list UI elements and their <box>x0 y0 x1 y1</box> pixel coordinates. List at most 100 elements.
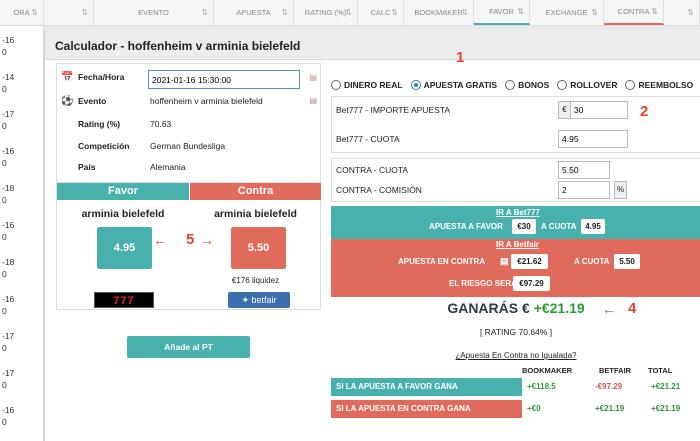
apuesta-no-igualada-link[interactable]: ¿Apuesta En Contra no Igualada? <box>331 351 700 360</box>
radio-option[interactable]: ROLLOVER <box>557 80 617 90</box>
background-row-text: -17 <box>2 368 15 378</box>
sort-icon[interactable]: ⇅ <box>281 8 288 17</box>
contra-cuota-input[interactable] <box>558 161 610 179</box>
sort-icon[interactable]: ⇅ <box>591 8 598 17</box>
sort-icon[interactable]: ⇅ <box>687 8 694 17</box>
calendar-icon: 📅 <box>61 71 74 83</box>
favor-odds-button[interactable]: 4.95 <box>97 227 152 269</box>
background-column-header[interactable]: EXCHANGE ⇅ <box>530 0 604 25</box>
summary-row-favor-label: SI LA APUESTA A FAVOR GANA <box>331 378 522 396</box>
background-column-header[interactable]: ⇅ <box>44 0 94 25</box>
radio-circle-icon[interactable] <box>410 80 421 90</box>
a-cuota-label: A CUOTA <box>541 222 577 231</box>
background-table-header: ORA ⇅ ⇅ EVENTO ⇅ APUESTA ⇅ RATING (%) ⇅ CALC ⇅ BOOK… <box>0 0 700 26</box>
summary-contra-bookmaker: +€0 <box>527 404 541 413</box>
annotation-4: 4 <box>628 300 637 317</box>
background-column-header[interactable]: CONTRA ⇅ <box>604 0 664 25</box>
background-row-column: -16 0 -14 0 -17 0 -16 0 -18 0 -16 0 -18 0 -16 0 -17 0 -17 0… <box>0 26 44 441</box>
competicion-label: Competición <box>78 141 130 151</box>
background-column-header[interactable]: APUESTA ⇅ <box>214 0 294 25</box>
column-header-label: BOOKMAKER <box>414 8 463 17</box>
document-icon[interactable]: ▤ <box>309 96 317 105</box>
riesgo-label: EL RIESGO SERÁ <box>449 279 517 288</box>
background-row-text: -16 <box>2 405 15 415</box>
sort-icon[interactable]: ⇅ <box>345 8 352 17</box>
radio-circle-icon[interactable] <box>505 80 516 90</box>
cuota-label: Bet777 - CUOTA <box>336 134 400 144</box>
pais-label: País <box>78 162 96 172</box>
cuota-row: Bet777 - CUOTA <box>332 130 700 148</box>
summary-row-contra-label: SI LA APUESTA EN CONTRA GANA <box>331 400 522 418</box>
riesgo-amount-chip: €97.29 <box>513 276 550 291</box>
background-row-text: 0 <box>2 121 7 131</box>
bet777-logo[interactable]: 777 <box>94 292 154 308</box>
ir-bet777-link[interactable]: IR A Bet777 <box>496 208 540 217</box>
radio-label: DINERO REAL <box>344 80 403 90</box>
fecha-row: 📅 Fecha/Hora ▤ <box>57 67 322 89</box>
column-header-label: CONTRA <box>617 7 650 16</box>
apuesta-contra-label: APUESTA EN CONTRA <box>398 257 486 266</box>
betfair-star-icon: ✦ <box>241 295 252 305</box>
background-row-text: -17 <box>2 331 15 341</box>
radio-option[interactable]: DINERO REAL <box>331 80 403 90</box>
background-row-text: 0 <box>2 380 7 390</box>
radio-option[interactable]: APUESTA GRATIS <box>410 80 498 90</box>
background-row-text: 0 <box>2 269 7 279</box>
betfair-logo-text: betfair <box>251 295 277 305</box>
event-info-panel: 📅 Fecha/Hora ▤ ⚽ Evento hoffenheim v arm… <box>56 63 321 183</box>
document-icon[interactable]: ▤ <box>309 73 317 82</box>
summary-row-favor: SI LA APUESTA A FAVOR GANA +€118.5 -€97.… <box>331 378 700 396</box>
contra-header: Contra <box>190 183 321 200</box>
background-row-text: -17 <box>2 109 15 119</box>
ganaras-result: GANARÁS € +€21.19 <box>331 300 700 316</box>
contra-team: arminia bielefeld <box>214 208 297 220</box>
sort-icon[interactable]: ⇅ <box>517 7 524 16</box>
radio-label: APUESTA GRATIS <box>423 80 498 90</box>
apuesta-favor-label: APUESTA A FAVOR <box>429 222 503 231</box>
add-to-pt-button[interactable]: Añade al PT <box>127 336 250 358</box>
background-column-header[interactable]: FAVOR ⇅ <box>474 0 530 25</box>
annotation-2: 2 <box>640 103 649 120</box>
background-row-text: 0 <box>2 84 7 94</box>
radio-option[interactable]: BONOS <box>505 80 549 90</box>
background-row-text: 0 <box>2 47 7 57</box>
radio-circle-icon[interactable] <box>625 80 636 90</box>
evento-row: ⚽ Evento hoffenheim v arminia bielefeld … <box>57 94 322 108</box>
radio-circle-icon[interactable] <box>557 80 568 90</box>
background-column-header[interactable]: RATING (%) ⇅ <box>294 0 358 25</box>
column-header-label: RATING (%) <box>304 8 347 17</box>
sort-icon[interactable]: ⇅ <box>651 7 658 16</box>
importe-label: Bet777 - IMPORTE APUESTA <box>336 105 451 115</box>
summary-col-betfair: BETFAIR <box>599 366 632 375</box>
background-column-header[interactable]: EVENTO ⇅ <box>94 0 214 25</box>
copy-icon[interactable]: ▤ <box>500 256 509 267</box>
background-column-header[interactable]: CALC ⇅ <box>358 0 404 25</box>
radio-option[interactable]: REEMBOLSO <box>625 80 693 90</box>
background-column-header[interactable]: ⇅ <box>664 0 700 25</box>
fecha-input[interactable] <box>148 70 300 89</box>
cuota-input[interactable] <box>558 130 628 148</box>
summary-favor-betfair: -€97.29 <box>595 382 623 391</box>
contra-cuota-label: CONTRA - CUOTA <box>336 165 409 175</box>
importe-input[interactable] <box>570 101 628 119</box>
comision-input[interactable] <box>558 181 610 199</box>
ir-betfair-link[interactable]: IR A Betfair <box>496 240 539 249</box>
sort-icon[interactable]: ⇅ <box>81 8 88 17</box>
betfair-logo[interactable]: ✦ betfair <box>228 292 290 308</box>
sort-icon[interactable]: ⇅ <box>391 8 398 17</box>
result-rating: [ RATING 70.64% ] <box>479 327 553 337</box>
background-column-header[interactable]: ORA ⇅ <box>0 0 44 25</box>
sort-icon[interactable]: ⇅ <box>201 8 208 17</box>
radio-label: BONOS <box>518 80 550 90</box>
summary-col-total: TOTAL <box>648 366 673 375</box>
sort-icon[interactable]: ⇅ <box>461 8 468 17</box>
rating-value: 70.63 <box>150 119 172 129</box>
contra-odds-button[interactable]: 5.50 <box>231 227 286 269</box>
annotation-1: 1 <box>456 49 465 66</box>
sort-icon[interactable]: ⇅ <box>31 8 38 17</box>
radio-circle-icon[interactable] <box>331 80 341 90</box>
favor-cuota-chip: 4.95 <box>581 219 605 234</box>
contra-cuota-row: CONTRA - CUOTA <box>332 161 700 179</box>
modal-title: Calculador - hoffenheim v arminia bielef… <box>45 30 700 60</box>
background-column-header[interactable]: BOOKMAKER ⇅ <box>404 0 474 25</box>
